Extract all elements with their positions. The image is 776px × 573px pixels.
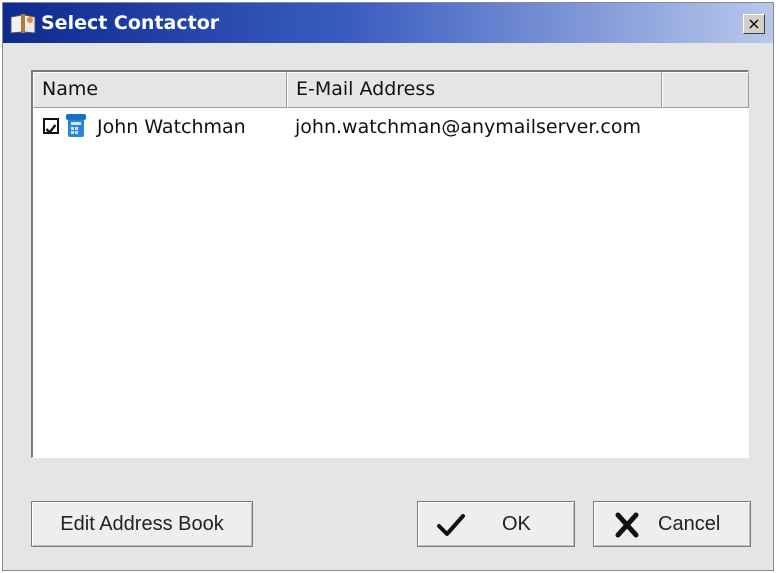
ok-label: OK: [502, 513, 531, 535]
checkmark-icon: [45, 124, 57, 135]
cancel-button[interactable]: Cancel: [593, 501, 751, 547]
contact-email: john.watchman@anymailserver.com: [295, 116, 641, 138]
column-header-blank[interactable]: [662, 72, 749, 108]
select-contactor-dialog: Select Contactor × Name E-Mail Address J…: [2, 2, 774, 571]
cancel-label: Cancel: [658, 513, 721, 535]
window-title: Select Contactor: [41, 12, 220, 34]
contact-name: John Watchman: [97, 116, 246, 138]
edit-address-book-button[interactable]: Edit Address Book: [31, 501, 253, 547]
list-header: Name E-Mail Address: [33, 72, 749, 108]
column-header-name[interactable]: Name: [33, 72, 287, 108]
close-button[interactable]: ×: [743, 14, 765, 34]
contact-phone-icon: [66, 114, 86, 137]
close-x-icon: [615, 512, 639, 538]
address-book-icon: [10, 14, 36, 34]
checkmark-icon: [437, 514, 465, 536]
column-header-email[interactable]: E-Mail Address: [287, 72, 662, 108]
table-row[interactable]: John Watchman john.watchman@anymailserve…: [33, 110, 748, 144]
ok-button[interactable]: OK: [417, 501, 575, 547]
contact-list[interactable]: Name E-Mail Address John Watchman john.w…: [31, 70, 749, 458]
title-bar[interactable]: Select Contactor ×: [3, 3, 773, 43]
contact-checkbox[interactable]: [43, 118, 59, 135]
